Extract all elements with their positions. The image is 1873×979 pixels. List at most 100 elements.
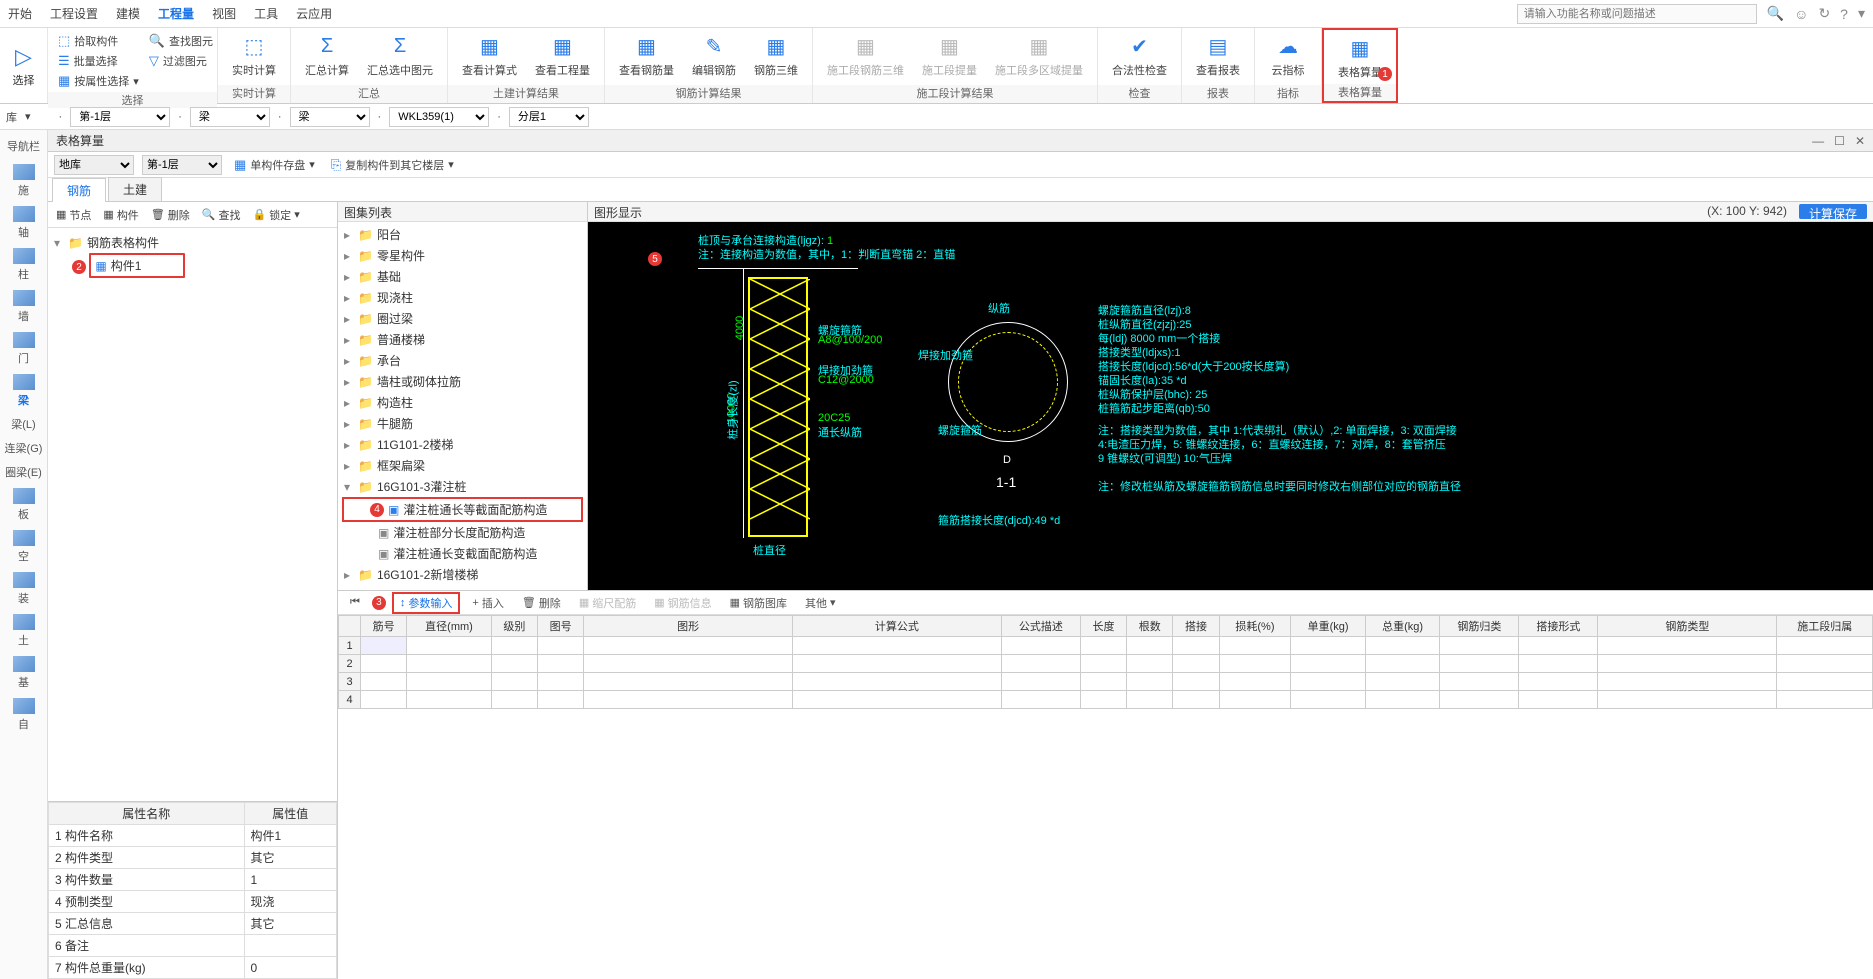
pick-component[interactable]: ⬚拾取构件 <box>54 32 143 50</box>
user-icon[interactable]: ☺ <box>1794 6 1808 22</box>
sum-selected[interactable]: Σ汇总选中图元 <box>359 30 441 80</box>
view-report[interactable]: ▤查看报表 <box>1188 30 1248 80</box>
rail-item[interactable]: 连梁(G) <box>5 440 43 456</box>
prop-value[interactable]: 1 <box>244 869 336 891</box>
type-select[interactable]: 梁 <box>290 107 370 127</box>
menu-item[interactable]: 开始 <box>8 5 32 22</box>
rebar-atlas-button[interactable]: ▦ 钢筋图库 <box>724 594 793 612</box>
table-row[interactable]: 1 <box>339 637 1873 655</box>
rail-item[interactable]: 基 <box>13 656 35 690</box>
rail-item[interactable]: 空 <box>13 530 35 564</box>
menu-item-active[interactable]: 工程量 <box>158 5 194 22</box>
minimize-icon[interactable]: — <box>1812 134 1824 148</box>
realtime-calc[interactable]: ⬚实时计算 <box>224 30 284 80</box>
rail-item[interactable]: 圈梁(E) <box>5 464 42 480</box>
atlas-item[interactable]: ▸📁零星构件 <box>338 245 587 266</box>
prop-value[interactable]: 0 <box>244 957 336 979</box>
insert-button[interactable]: + 插入 <box>466 594 509 612</box>
menu-item[interactable]: 建模 <box>116 5 140 22</box>
atlas-item[interactable]: ▸📁16G101-2新增楼梯 <box>338 564 587 585</box>
prop-value[interactable]: 现浇 <box>244 891 336 913</box>
tree-delete-btn[interactable]: 🗑 删除 <box>147 207 194 223</box>
rail-item[interactable]: 土 <box>13 614 35 648</box>
table-row[interactable]: 3 <box>339 673 1873 691</box>
dropdown-icon[interactable]: ▾ <box>1858 5 1865 22</box>
rail-item[interactable]: 板 <box>13 488 35 522</box>
tab-civil[interactable]: 土建 <box>108 177 162 201</box>
floor-select-2[interactable]: 第-1层 <box>142 155 222 175</box>
other-button[interactable]: 其他 ▾ <box>799 594 842 612</box>
select-by-prop[interactable]: ▦按属性选择 ▾ <box>54 72 143 90</box>
menu-item[interactable]: 视图 <box>212 5 236 22</box>
rail-item[interactable]: 柱 <box>13 248 35 282</box>
menu-item[interactable]: 云应用 <box>296 5 332 22</box>
find-element[interactable]: 🔍查找图元 <box>145 32 217 50</box>
prop-value[interactable]: 构件1 <box>244 825 336 847</box>
rail-item[interactable]: 施 <box>13 164 35 198</box>
rebar-grid[interactable]: 筋号直径(mm)级别图号 图形计算公式公式描述 长度根数搭接损耗(%) 单重(k… <box>338 615 1873 979</box>
calc-save-button[interactable]: 计算保存 <box>1799 204 1867 219</box>
atlas-item[interactable]: ▸📁阳台 <box>338 224 587 245</box>
view-rebar[interactable]: ▦查看钢筋量 <box>611 30 682 80</box>
rebar-3d[interactable]: ▦钢筋三维 <box>746 30 806 80</box>
table-row[interactable]: 4 <box>339 691 1873 709</box>
batch-select[interactable]: ☰批量选择 <box>54 52 143 70</box>
atlas-item[interactable]: ▸📁牛腿筋 <box>338 413 587 434</box>
rail-item[interactable]: 装 <box>13 572 35 606</box>
prop-value[interactable] <box>244 935 336 957</box>
search-input[interactable] <box>1517 4 1757 24</box>
comp-select[interactable]: WKL359(1) <box>389 107 489 127</box>
tree-node-btn[interactable]: ▦ 节点 <box>52 207 95 223</box>
delete-button[interactable]: 🗑 删除 <box>516 594 567 612</box>
atlas-item[interactable]: ▸📁基础 <box>338 266 587 287</box>
prop-value[interactable]: 其它 <box>244 913 336 935</box>
cat-select[interactable]: 梁 <box>190 107 270 127</box>
tree-lock-btn[interactable]: 🔒 锁定 ▾ <box>248 207 303 223</box>
close-icon[interactable]: ✕ <box>1855 134 1865 148</box>
rail-item[interactable]: 轴 <box>13 206 35 240</box>
atlas-subitem-selected[interactable]: 4 ▣ 灌注桩通长等截面配筋构造 <box>342 497 583 522</box>
tree-find-btn[interactable]: 🔍 查找 <box>198 207 245 223</box>
help-icon[interactable]: ? <box>1840 6 1848 22</box>
floor-select[interactable]: 第-1层 <box>70 107 170 127</box>
maximize-icon[interactable]: ☐ <box>1834 134 1845 148</box>
prop-value[interactable]: 其它 <box>244 847 336 869</box>
rail-item[interactable]: 墙 <box>13 290 35 324</box>
tree-selected-item[interactable]: ▦构件1 <box>89 253 185 278</box>
table-row[interactable]: 2 <box>339 655 1873 673</box>
rail-item-active[interactable]: 梁 <box>13 374 35 408</box>
diagram-canvas[interactable]: 5 桩顶与承台连接构造(ljgz): 1 注：连接构造为数值，其中，1：判断直弯… <box>588 222 1873 590</box>
cloud-index[interactable]: ☁云指标 <box>1261 30 1315 80</box>
view-formula[interactable]: ▦查看计算式 <box>454 30 525 80</box>
edit-rebar[interactable]: ✎编辑钢筋 <box>684 30 744 80</box>
tab-rebar[interactable]: 钢筋 <box>52 178 106 202</box>
save-single[interactable]: ▦单构件存盘 ▾ <box>230 156 319 174</box>
atlas-item[interactable]: ▸📁框架扁梁 <box>338 455 587 476</box>
refresh-icon[interactable]: ↻ <box>1818 5 1830 22</box>
rail-item[interactable]: 梁(L) <box>11 416 35 432</box>
sum-calc[interactable]: Σ汇总计算 <box>297 30 357 80</box>
cursor-icon[interactable]: ▷ <box>15 44 32 70</box>
atlas-item[interactable]: ▸📁构造柱 <box>338 392 587 413</box>
atlas-subitem[interactable]: ▣ 灌注桩通长变截面配筋构造 <box>338 543 587 564</box>
atlas-item[interactable]: ▸📁承台 <box>338 350 587 371</box>
view-quantity[interactable]: ▦查看工程量 <box>527 30 598 80</box>
validity-check[interactable]: ✔合法性检查 <box>1104 30 1175 80</box>
grid-nav-first[interactable]: ⏮ <box>344 595 366 610</box>
search-icon[interactable]: 🔍 <box>1767 5 1784 22</box>
layer-select[interactable]: 分层1 <box>509 107 589 127</box>
atlas-item[interactable]: ▸📁11G101-2楼梯 <box>338 434 587 455</box>
menu-item[interactable]: 工程设置 <box>50 5 98 22</box>
atlas-item[interactable]: ▸📁普通楼梯 <box>338 329 587 350</box>
basement-select[interactable]: 地库 <box>54 155 134 175</box>
atlas-item[interactable]: ▸📁墙柱或砌体拉筋 <box>338 371 587 392</box>
rail-item[interactable]: 门 <box>13 332 35 366</box>
filter-element[interactable]: ▽过滤图元 <box>145 52 217 70</box>
atlas-item[interactable]: ▸📁圈过梁 <box>338 308 587 329</box>
menu-item[interactable]: 工具 <box>254 5 278 22</box>
atlas-item-expanded[interactable]: ▾📁16G101-3灌注桩 <box>338 476 587 497</box>
tree-root[interactable]: ▾📁钢筋表格构件 <box>54 232 331 253</box>
copy-to-floors[interactable]: ⎘复制构件到其它楼层 ▾ <box>327 156 458 174</box>
param-input-button[interactable]: ↕ 参数输入 <box>392 592 461 614</box>
rail-item[interactable]: 自 <box>13 698 35 732</box>
